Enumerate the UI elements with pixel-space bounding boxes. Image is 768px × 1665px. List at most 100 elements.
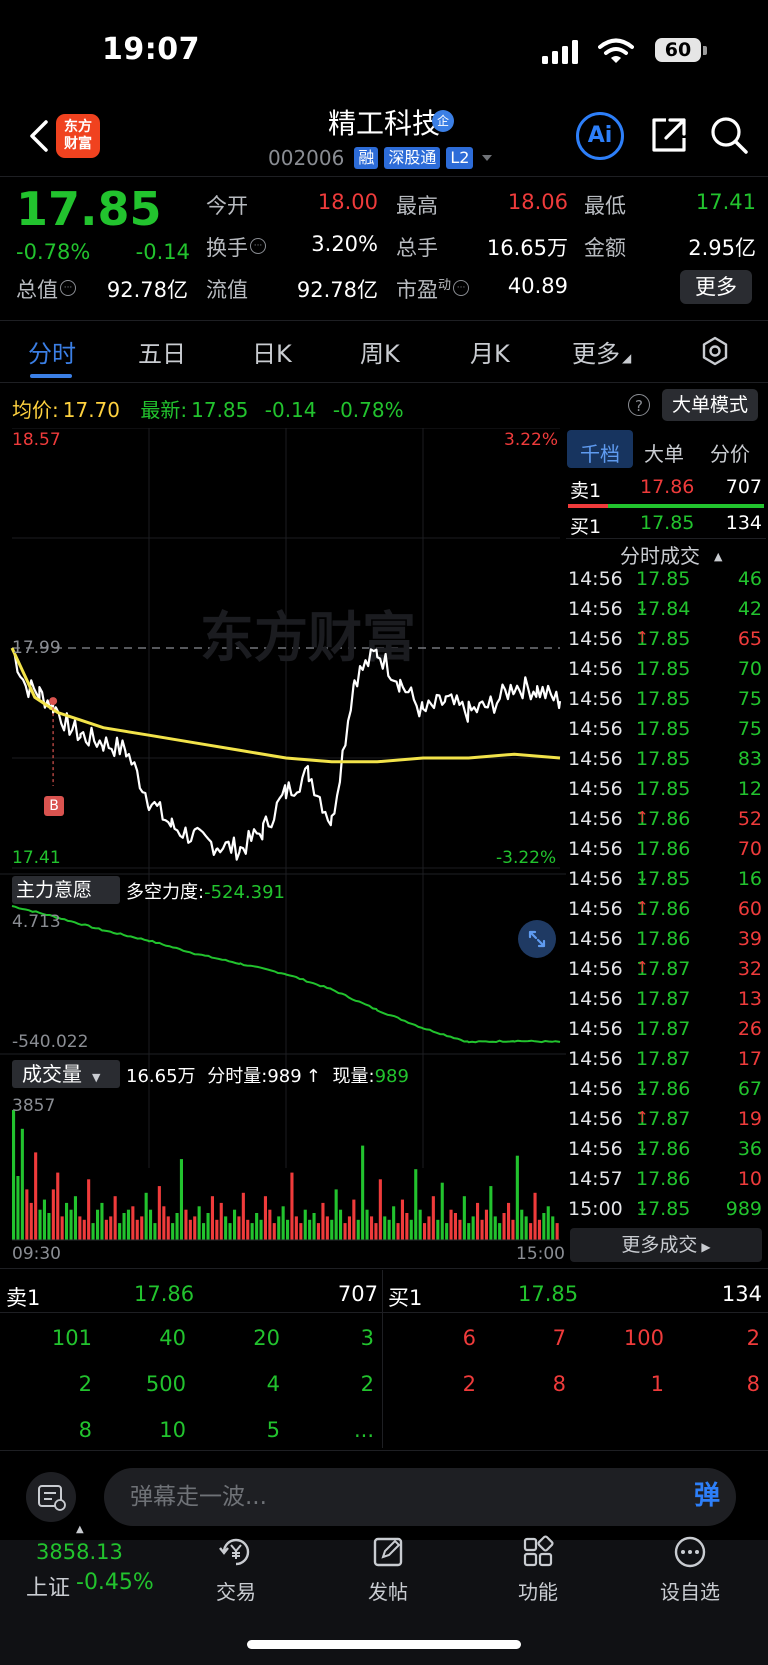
volume-bar: [42, 1199, 46, 1240]
sell-queue-cell: 10: [159, 1418, 186, 1442]
tick-time: 14:56: [568, 928, 623, 950]
post-edit-icon: [373, 1537, 403, 1567]
battery-nub: [703, 46, 707, 55]
volume-bar: [122, 1213, 126, 1240]
volume-bar: [533, 1192, 537, 1240]
nav-trade[interactable]: 交易: [186, 1532, 286, 1605]
index-expand-triangle-icon: ▲: [76, 1524, 84, 1535]
volume-label: 总手: [396, 236, 438, 260]
more-quote-button[interactable]: 更多: [680, 270, 752, 304]
volume-bar: [179, 1159, 183, 1240]
tab-daily-k[interactable]: 日K: [252, 334, 292, 369]
tick-volume: 83: [737, 748, 762, 770]
volume-bar: [184, 1209, 188, 1240]
rtab-price-distribution[interactable]: 分价: [698, 438, 762, 467]
price-ref-label: 17.99: [12, 638, 61, 658]
tick-volume: 16: [737, 868, 762, 890]
buy-queue-cell: 2: [462, 1372, 476, 1396]
tick-time: 14:56: [568, 658, 623, 680]
buy-queue-cell: 7: [552, 1326, 566, 1350]
help-icon[interactable]: ?: [628, 394, 650, 416]
enterprise-badge: 企: [432, 110, 454, 132]
volume-bar: [188, 1219, 192, 1240]
index-change[interactable]: -0.45%: [76, 1570, 154, 1595]
nav-functions[interactable]: 功能: [488, 1532, 588, 1605]
intraday-chart[interactable]: 东方财富: [0, 428, 566, 1248]
tick-row: 15:00 17.85 ↓ 989: [568, 1198, 762, 1220]
search-icon[interactable]: [708, 114, 750, 156]
tab-intraday[interactable]: 分时: [28, 334, 76, 369]
tick-time: 14:56: [568, 718, 623, 740]
expand-icon: [528, 930, 546, 948]
volume-bar: [325, 1216, 329, 1240]
share-icon[interactable]: [648, 114, 690, 156]
avg-price-row: 均价: 17.70 最新: 17.85 -0.14 -0.78%: [12, 398, 404, 422]
market-cap-label[interactable]: 总值 ···: [16, 274, 76, 304]
volume-bar: [356, 1219, 360, 1240]
danmu-toggle-button[interactable]: [26, 1472, 76, 1522]
main-force-selector[interactable]: 主力意愿: [12, 876, 120, 904]
danmu-input[interactable]: 弹幕走一波...: [104, 1468, 736, 1526]
pct-top-label: 3.22%: [504, 430, 559, 450]
volume-bar: [312, 1213, 316, 1240]
volume-selector[interactable]: 成交量 ▼: [12, 1060, 120, 1088]
tab-weekly-k[interactable]: 周K: [360, 334, 400, 369]
change-amount: -0.14: [135, 240, 190, 264]
volume-bar: [215, 1219, 219, 1240]
pe-label[interactable]: 市盈动 ···: [396, 274, 470, 304]
tick-time: 14:56: [568, 1048, 623, 1070]
settings-gear-icon[interactable]: [700, 336, 730, 366]
volume-bar: [202, 1223, 206, 1240]
volume-bar: [96, 1209, 100, 1240]
amount-value: 2.95亿: [688, 236, 756, 260]
danmu-send-button[interactable]: 弹: [682, 1470, 732, 1522]
expand-chart-button[interactable]: [518, 920, 556, 958]
tick-row: 14:56 17.87 ↑ 19: [568, 1108, 762, 1130]
amount-label: 金额: [584, 236, 626, 260]
volume-bar: [224, 1216, 228, 1240]
index-name[interactable]: 上证: [26, 1570, 70, 1602]
tick-row: 14:56 17.86 39: [568, 928, 762, 950]
rpanel-divider: [566, 538, 766, 539]
buy-signal-marker[interactable]: B: [44, 796, 64, 816]
rtab-big-orders[interactable]: 大单: [632, 438, 696, 467]
volume-bar: [427, 1216, 431, 1240]
big-order-mode-button[interactable]: 大单模式: [662, 389, 758, 421]
buy-queue-cell: 100: [623, 1326, 664, 1350]
volume-bar: [467, 1223, 471, 1240]
tick-time: 14:56: [568, 778, 623, 800]
ai-assistant-button[interactable]: Ai: [576, 112, 624, 160]
tick-time: 14:56: [568, 838, 623, 860]
tick-volume: 26: [737, 1018, 762, 1040]
buy-queue-cell: 8: [746, 1372, 760, 1396]
tab-more[interactable]: 更多 ◢: [572, 334, 631, 369]
rtab-depth[interactable]: 千档: [568, 438, 632, 467]
tick-row: 14:56 17.85 83: [568, 748, 762, 770]
volume-bar: [529, 1223, 533, 1240]
tab-monthly-k[interactable]: 月K: [470, 334, 510, 369]
force-readout: 多空力度:-524.391: [126, 882, 286, 903]
volume-bar: [246, 1219, 250, 1240]
sell-queue-cell: 101: [51, 1326, 92, 1350]
low-value: 17.41: [695, 190, 756, 214]
volume-bar: [118, 1223, 122, 1240]
nav-add-watchlist[interactable]: 设自选: [640, 1532, 740, 1605]
volume-bar: [233, 1209, 237, 1240]
ticks-title[interactable]: 分时成交 ▲: [620, 540, 722, 569]
tick-volume: 52: [737, 808, 762, 830]
tick-row: 14:56 17.85 ↑ 65: [568, 628, 762, 650]
volume-bar: [20, 1128, 24, 1240]
volume-bar: [104, 1219, 108, 1240]
turnover-label[interactable]: 换手 ···: [206, 232, 266, 262]
orderbook-center-divider: [382, 1270, 383, 1448]
nav-post[interactable]: 发帖: [338, 1532, 438, 1605]
volume-bar: [87, 1179, 91, 1240]
volume-bar: [551, 1216, 555, 1240]
volume-bar: [392, 1206, 396, 1240]
more-trades-button[interactable]: 更多成交 ▶: [570, 1228, 762, 1262]
volume-bar: [131, 1206, 135, 1240]
tab-five-day[interactable]: 五日: [138, 334, 186, 369]
tick-row: 14:56 17.87 ↑ 32: [568, 958, 762, 980]
stock-code-row[interactable]: 002006 融 深股通 L2: [268, 146, 495, 170]
index-value[interactable]: 3858.13: [36, 1540, 123, 1564]
